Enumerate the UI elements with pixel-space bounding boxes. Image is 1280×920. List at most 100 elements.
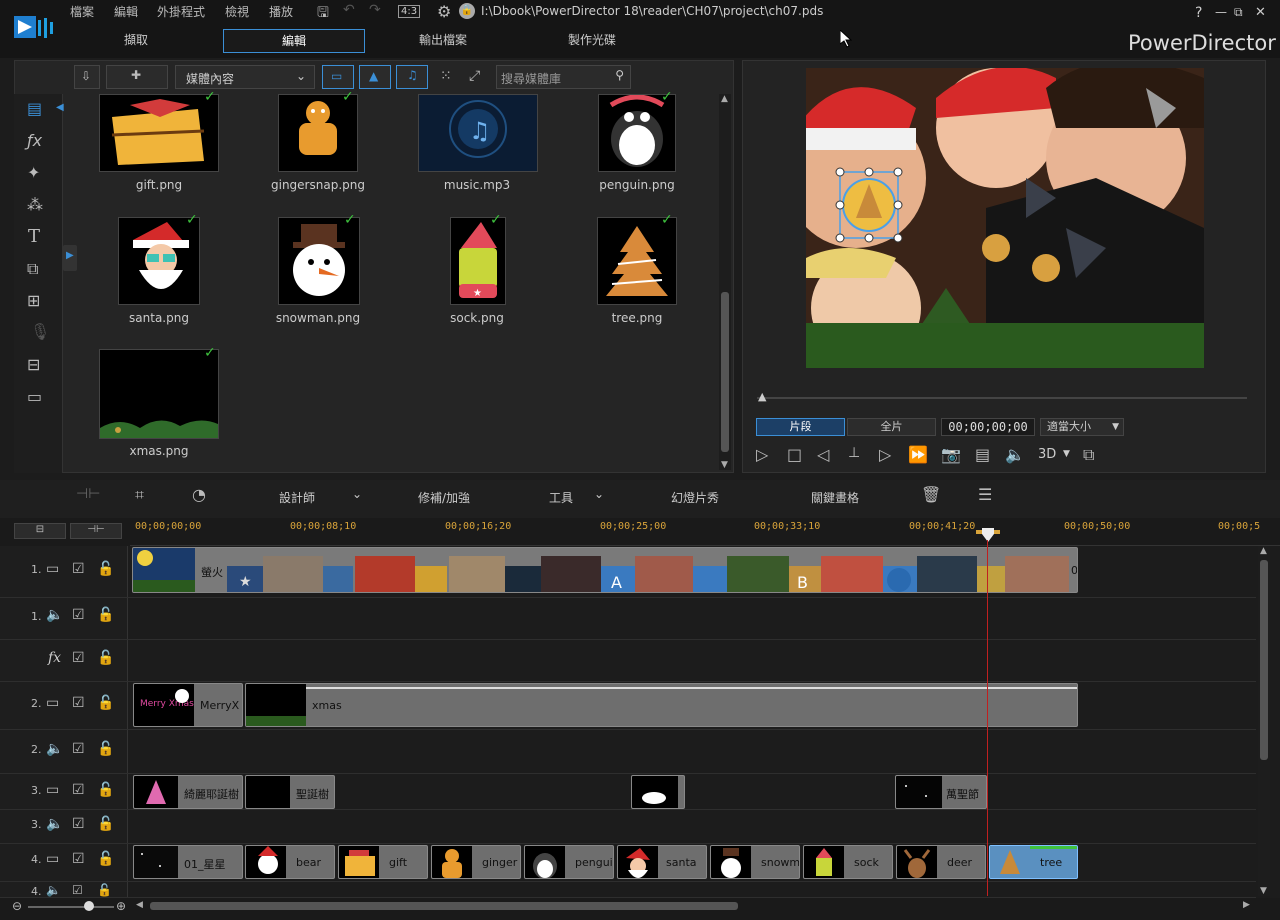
tools-button[interactable]: 工具 [549,489,573,506]
split-clip-icon[interactable]: ⊣⊢ [76,486,100,502]
plugin-icon[interactable]: ✚ [106,65,168,89]
clip[interactable]: 01_星星 [133,845,243,879]
preview-canvas[interactable] [806,68,1204,368]
zoom-slider-handle[interactable] [84,901,94,911]
clip-mode-button[interactable]: 片段 [756,418,845,436]
track-enable-checkbox[interactable]: ☑ [72,695,85,711]
tab-edit[interactable]: 編輯 [223,29,365,53]
filter-video-icon[interactable]: ▭ [322,65,354,89]
restore-button[interactable]: ⧉ [1234,5,1243,20]
split-icon[interactable]: ⊥ [848,445,860,461]
media-room-icon[interactable]: ▤ [27,99,42,118]
minimize-button[interactable]: — [1215,5,1227,19]
fx-room-icon[interactable]: ƒx [27,131,42,150]
media-thumb[interactable] [99,94,219,172]
fast-forward-icon[interactable]: ⏩ [908,445,928,464]
library-scrollbar[interactable]: ▲ ▼ [719,94,731,470]
media-thumb[interactable] [598,94,676,172]
pip-room-icon[interactable]: ✦ [27,163,40,182]
previous-frame-icon[interactable]: ◁ [817,445,829,464]
crop-icon[interactable]: ⌗ [135,485,144,505]
search-icon[interactable]: ⚲ [615,68,624,82]
slideshow-button[interactable]: 幻燈片秀 [671,489,719,506]
track-enable-checkbox[interactable]: ☑ [72,851,85,867]
movie-mode-button[interactable]: 全片 [847,418,936,436]
3d-mode-button[interactable]: 3D [1038,447,1056,462]
chapter-room-icon[interactable]: ⊟ [27,355,40,374]
scrubber-handle-icon[interactable]: ▲ [758,390,766,403]
track-enable-checkbox[interactable]: ☑ [72,561,85,577]
scroll-left-icon[interactable]: ◀ [136,900,143,910]
menu-view[interactable]: 檢視 [225,3,249,20]
trash-icon[interactable]: 🗑 [921,485,941,504]
next-frame-icon[interactable]: ▷ [879,445,891,464]
lock-icon[interactable]: 🔓 [97,607,114,623]
title-room-icon[interactable]: T [28,226,40,247]
tab-disc[interactable]: 製作光碟 [521,29,663,53]
track-enable-checkbox[interactable]: ☑ [72,816,85,832]
redo-icon[interactable]: ↷ [369,2,381,18]
playhead-icon[interactable] [982,528,994,545]
stop-icon[interactable]: □ [787,445,802,464]
undock-icon[interactable]: ⧉ [1083,445,1094,465]
clip[interactable]: santa [617,845,707,879]
chevron-down-icon[interactable]: ⌄ [594,487,604,501]
clip[interactable]: xmas [245,683,1078,727]
clip[interactable]: 聖誕樹 [245,775,335,809]
lock-icon[interactable]: 🔓 [97,741,114,757]
media-content-dropdown[interactable]: 媒體內容 ⌄ [175,65,315,89]
media-thumb[interactable]: ♫ [418,94,538,172]
speed-icon[interactable]: ◔ [192,485,206,504]
track-enable-checkbox[interactable]: ☑ [72,782,85,798]
track-manager-icon[interactable]: ☰ [978,485,992,504]
import-icon[interactable]: ⇩ [74,65,100,89]
timecode-display[interactable]: 00;00;00;00 [941,418,1035,436]
tab-produce[interactable]: 輸出檔案 [372,29,514,53]
clip[interactable] [631,775,685,809]
track-enable-checkbox[interactable]: ☑ [72,607,85,623]
fit-timeline-icon[interactable]: ⊣⊢ [70,523,122,539]
timeline-scrollbar[interactable]: ▲ ▼ [1258,546,1270,896]
clip[interactable]: Merry Xmas MerryX [133,683,243,727]
lock-icon[interactable]: 🔓 [97,816,114,832]
clip[interactable]: gift [338,845,428,879]
track-enable-checkbox[interactable]: ☑ [72,741,85,757]
subtitle-icon[interactable]: ▤ [975,445,990,464]
media-thumb[interactable] [99,349,219,439]
clip[interactable]: snowm [710,845,800,879]
track-enable-checkbox[interactable]: ☑ [72,883,83,897]
clip[interactable]: pengui [524,845,614,879]
media-thumb[interactable] [278,94,358,172]
media-thumb[interactable]: ★ [450,217,506,305]
transition-room-icon[interactable]: ⧉ [27,259,38,279]
clip[interactable]: 綺麗耶誕樹 [133,775,243,809]
filter-image-icon[interactable]: ▲ [359,65,391,89]
zoom-out-icon[interactable]: ⊖ [12,899,22,913]
tab-capture[interactable]: 擷取 [65,29,207,53]
clip[interactable]: bear [245,845,335,879]
clip-selected[interactable]: tree [989,845,1078,879]
keyframe-button[interactable]: 關鍵畫格 [811,489,859,506]
lock-icon[interactable]: 🔓 [97,851,114,867]
clip[interactable]: 萬聖節 [895,775,987,809]
audio-mix-room-icon[interactable]: ⊞ [27,291,40,310]
scroll-thumb[interactable] [721,292,729,452]
menu-plugins[interactable]: 外掛程式 [157,3,205,20]
play-icon[interactable]: ▷ [756,445,768,464]
microphone-icon[interactable]: 🎙 [30,322,50,341]
zoom-in-icon[interactable]: ⊕ [116,899,126,913]
lock-icon[interactable]: 🔓 [97,782,114,798]
track-enable-checkbox[interactable]: ☑ [72,650,85,666]
designer-button[interactable]: 設計師 [279,489,315,506]
search-input[interactable]: 搜尋媒體庫 ⚲ [496,65,631,89]
media-thumb[interactable] [597,217,677,305]
view-toggle-icon[interactable]: ⊟ [14,523,66,539]
subtitle-room-icon[interactable]: ▭ [27,387,42,406]
help-button[interactable]: ? [1195,5,1202,21]
lock-icon[interactable]: 🔓 [97,561,114,577]
dropdown-arrow-icon[interactable]: ▼ [1063,449,1070,459]
lock-icon[interactable]: 🔓 [97,695,114,711]
scroll-thumb[interactable] [1260,560,1268,760]
gear-icon[interactable]: ⚙ [437,2,451,21]
grid-view-icon[interactable]: ⁙ [440,68,452,84]
